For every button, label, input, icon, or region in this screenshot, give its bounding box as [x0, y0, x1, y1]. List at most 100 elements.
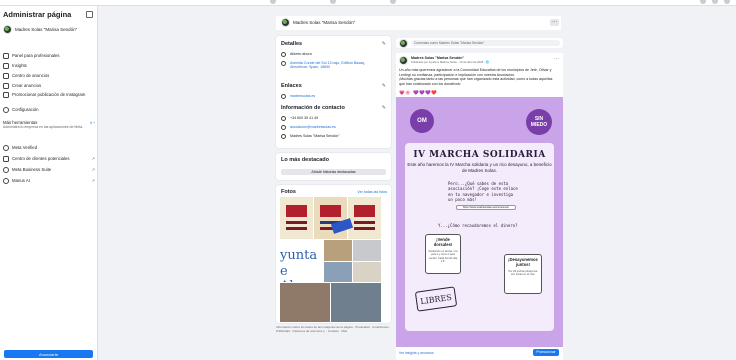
- photo-thumbnail[interactable]: [353, 262, 381, 282]
- photo-thumbnail[interactable]: [348, 197, 381, 239]
- comment-input[interactable]: Comentas como Madres Solas "Marisa Sendó…: [411, 40, 560, 46]
- see-all-photos-link[interactable]: Ver todas las fotos: [357, 190, 387, 194]
- sidebar-item-label: Crear anuncios: [12, 83, 42, 88]
- external-link-icon: ↗: [91, 167, 95, 172]
- sidebar-item-label: Promocionar publicación de Instagram: [12, 92, 86, 97]
- photo-thumbnail[interactable]: [280, 283, 330, 322]
- page-switcher[interactable]: Madres Solas "Marisa Sendón": [3, 23, 93, 35]
- links-title: Enlaces: [281, 83, 302, 89]
- flyer-sin-miedo-badge: SIN MIEDO: [526, 109, 552, 135]
- collapse-sidebar-icon[interactable]: [86, 11, 93, 18]
- sidebar-title: Administrar página: [3, 10, 72, 19]
- post-text-p2: ¡Muchas gracias tanto a las personas que…: [399, 77, 553, 86]
- manus-ai-icon: [3, 178, 9, 184]
- more-tools-subtitle: Administra tu empresa en las aplicacione…: [3, 125, 84, 129]
- sidebar-item-create-ads[interactable]: Crear anuncios: [3, 83, 95, 89]
- photos-title: Fotos: [281, 189, 296, 195]
- messenger-text: Madres Solas "Marisa Sendón": [290, 134, 340, 138]
- instagram-icon: [3, 92, 9, 98]
- photo-thumbnail[interactable]: [353, 240, 381, 261]
- flyer-question-2: Y...¿Cómo recaudaremos el dinero?: [438, 223, 518, 228]
- sidebar-item-label: Meta Verified: [12, 145, 38, 150]
- box-text: Vendiendo un dorsal, uno para ti y otros…: [428, 250, 458, 263]
- toolbar-icon[interactable]: [270, 0, 276, 4]
- notifications-icon[interactable]: [724, 0, 730, 4]
- post-options-icon[interactable]: ···: [554, 56, 559, 62]
- photo-thumbnail[interactable]: [324, 240, 352, 261]
- flyer-title: IV MARCHA SOLIDARIA: [413, 150, 546, 160]
- advertise-button[interactable]: Anunciarte: [4, 350, 93, 358]
- photo-thumbnail[interactable]: yunta e Almu: [280, 240, 323, 282]
- sidebar-item-promote-instagram[interactable]: Promocionar publicación de Instagram: [3, 92, 95, 98]
- clock-icon: [281, 52, 286, 57]
- toolbar-icon[interactable]: [390, 0, 396, 4]
- sidebar-item-label: Insights: [12, 63, 27, 68]
- page-header: Madres Solas "Marisa Sendón" ···: [276, 16, 561, 30]
- address-link[interactable]: Avenida Conde del Sol 13 bajo, Edificio …: [290, 61, 381, 70]
- create-ad-icon: [3, 83, 9, 89]
- sidebar-item-professional-dashboard[interactable]: Panel para profesionales: [3, 53, 95, 59]
- website-row: madressolas.es: [281, 94, 381, 99]
- post-meta: Publicado por Ayuda a Madres Solas · 10 …: [411, 60, 490, 64]
- page-name: Madres Solas "Marisa Sendón": [15, 26, 78, 32]
- sidebar-more-tools[interactable]: Más herramientas 4 ^ Administra tu empre…: [3, 120, 95, 129]
- comment-composer: Comentas como Madres Solas "Marisa Sendó…: [396, 38, 563, 48]
- flyer-url: https://www.madressolas.es/conocenos/: [456, 205, 516, 210]
- hours-text: Abierto ahora: [290, 52, 312, 56]
- photo-thumbnail[interactable]: [280, 197, 313, 239]
- sidebar-item-label: Manus AI: [12, 178, 30, 183]
- sidebar-item-label: Configuración: [12, 107, 39, 112]
- messenger-icon[interactable]: [712, 0, 718, 4]
- website-link[interactable]: madressolas.es: [290, 94, 315, 98]
- external-link-icon: ↗: [91, 178, 95, 183]
- page-header-name: Madres Solas "Marisa Sendón": [293, 20, 356, 25]
- feed-post: Madres Solas "Marisa Sendón" Publicado p…: [396, 53, 563, 360]
- sidebar-item-insights[interactable]: Insights: [3, 63, 95, 69]
- sidebar-item-label: Panel para profesionales: [12, 53, 60, 58]
- post-avatar[interactable]: [399, 56, 408, 65]
- sidebar-item-label: Centro de clientes potenciales: [12, 156, 70, 161]
- more-tools-badge: 4 ^: [89, 120, 95, 125]
- toolbar-icon[interactable]: [330, 0, 336, 4]
- photo-thumbnail[interactable]: [324, 262, 352, 282]
- page-avatar: [281, 18, 290, 27]
- insights-icon: [3, 63, 9, 69]
- sidebar-item-label: Meta Business Suite: [12, 167, 52, 172]
- post-emojis: 💗🌸 💜💜💜❤️: [399, 90, 438, 95]
- contact-title: Información de contacto: [281, 105, 345, 111]
- edit-contact-icon[interactable]: ✎: [382, 105, 386, 111]
- sidebar-item-business-suite[interactable]: Meta Business Suite ↗: [3, 167, 95, 173]
- flyer-question: Pero...¿Qué sabes de esta asociación? ¡C…: [448, 181, 518, 202]
- edit-links-icon[interactable]: ✎: [382, 83, 386, 89]
- sidebar-item-ad-center[interactable]: Centro de anuncios: [3, 73, 95, 79]
- sidebar-item-manus-ai[interactable]: Manus AI ↗: [3, 178, 95, 184]
- phone-text: +34 600 35 41 49: [290, 116, 319, 120]
- sidebar-item-meta-verified[interactable]: Meta Verified: [3, 145, 95, 151]
- photo-thumbnail[interactable]: [331, 283, 381, 322]
- sidebar-item-leads-center[interactable]: Centro de clientes potenciales ↗: [3, 156, 95, 162]
- box-text: Por 2€ podrás desayunar con tostás en el…: [508, 270, 538, 277]
- flyer-om-badge: OM: [410, 109, 434, 133]
- more-options-button[interactable]: ···: [550, 19, 559, 26]
- post-image-flyer[interactable]: OM SIN MIEDO IV MARCHA SOLIDARIA Este añ…: [396, 97, 563, 347]
- mail-icon: [281, 125, 286, 130]
- post-text-p1: Un año más queremos agradecer a la Comun…: [399, 68, 552, 77]
- verified-icon: [3, 145, 9, 151]
- flyer-box-dorsales: ¡Vende dorsales! Vendiendo un dorsal, un…: [425, 234, 461, 274]
- edit-details-icon[interactable]: ✎: [382, 41, 386, 47]
- promote-button[interactable]: Promocionar: [533, 349, 559, 356]
- photo-text-bottom: e Almu: [280, 264, 314, 282]
- photo-thumbnail[interactable]: [314, 197, 347, 239]
- email-link[interactable]: asociacion@madressolas.es: [290, 125, 336, 129]
- footer-legal-links[interactable]: Información sobre los datos de las imáge…: [276, 325, 392, 334]
- flyer-box-desayuno: ¡Desayunemos juntos! Por 2€ podrás desay…: [504, 254, 542, 294]
- add-featured-stories-button[interactable]: Añadir historias destacadas: [281, 169, 386, 175]
- view-insights-link[interactable]: Ver insights y anuncios: [399, 351, 434, 355]
- external-link-icon: ↗: [91, 156, 95, 161]
- account-icon[interactable]: [700, 0, 706, 4]
- page-avatar: [3, 24, 12, 34]
- gear-icon: [3, 107, 9, 113]
- featured-title: Lo más destacado: [281, 157, 329, 163]
- sidebar-item-settings[interactable]: Configuración: [3, 107, 95, 113]
- post-text: Un año más queremos agradecer a la Comun…: [399, 68, 559, 86]
